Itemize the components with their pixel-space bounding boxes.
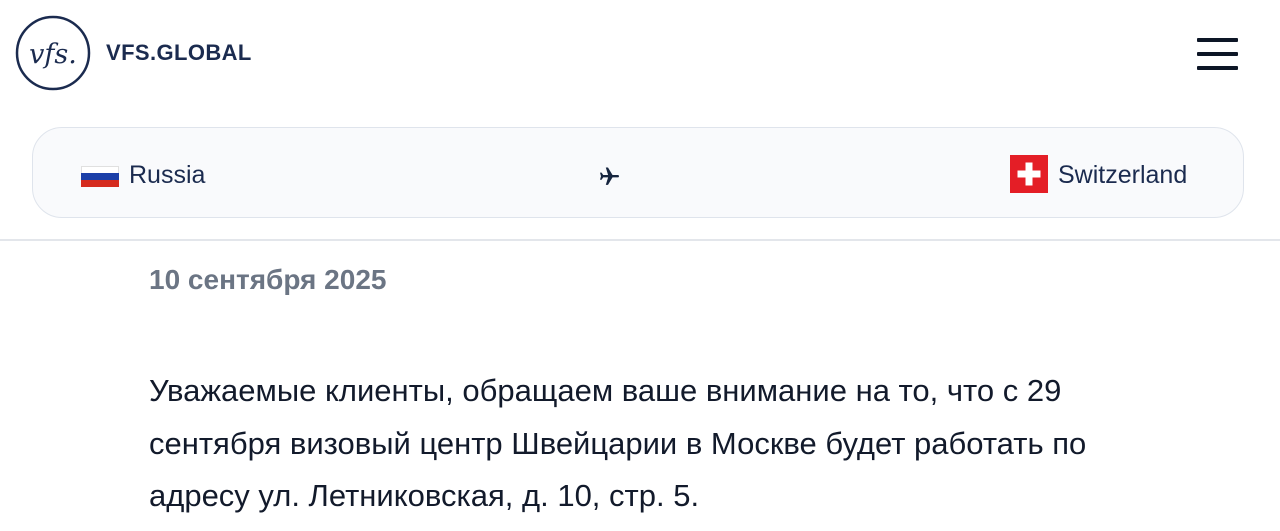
switzerland-flag-icon [1010, 155, 1048, 193]
hamburger-menu-icon [1197, 38, 1238, 42]
menu-button[interactable] [1192, 34, 1244, 74]
route-selector[interactable]: Russia Switzerland [32, 127, 1244, 218]
russia-flag-icon [81, 166, 119, 187]
article-body: Уважаемые клиенты, обращаем ваше внимани… [149, 373, 1087, 513]
logo-wordmark[interactable]: VFS.GLOBAL [106, 38, 252, 68]
article-date: 10 сентября 2025 [149, 264, 387, 295]
airplane-icon [600, 167, 619, 185]
destination-country[interactable]: Switzerland [1058, 159, 1187, 191]
origin-country[interactable]: Russia [129, 159, 205, 191]
section-divider [0, 239, 1280, 241]
logo-mark-text: vfs. [29, 39, 77, 70]
site-header: vfs. VFS.GLOBAL [0, 0, 1280, 108]
vfs-logo-icon[interactable]: vfs. [15, 15, 91, 91]
